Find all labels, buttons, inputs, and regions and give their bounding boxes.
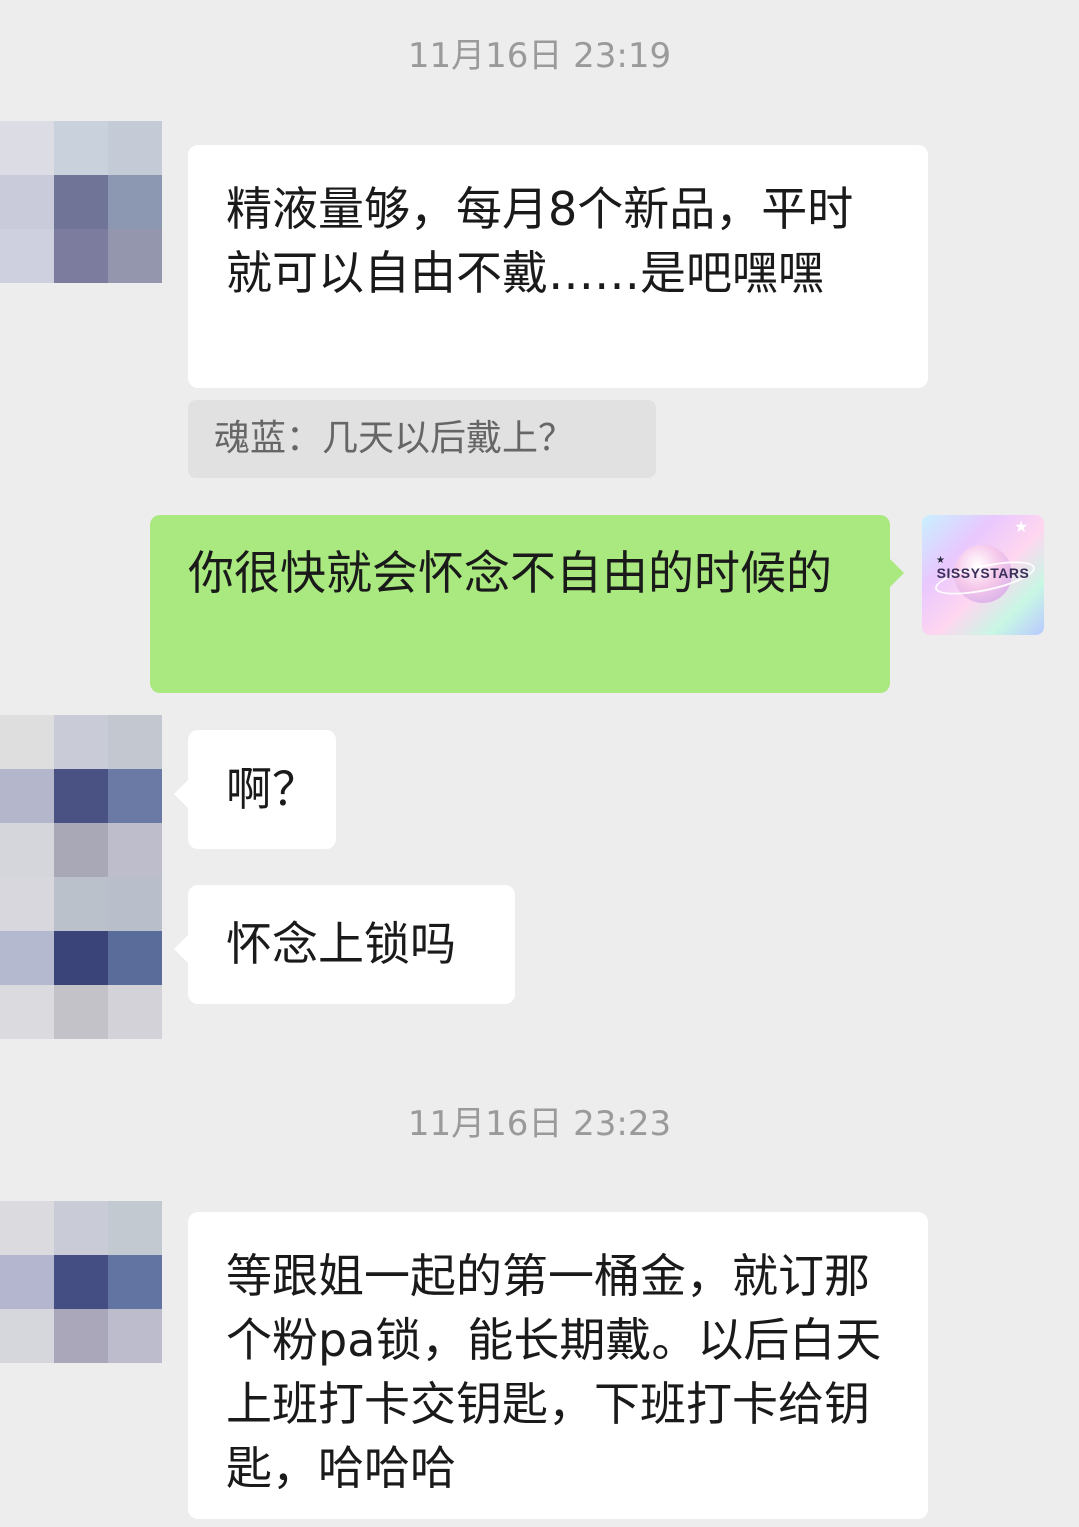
message-bubble-incoming[interactable]: 等跟姐一起的第一桶金，就订那个粉pa锁，能长期戴。以后白天上班打卡交钥匙，下班打…	[188, 1212, 928, 1519]
mosaic-cell	[54, 1201, 108, 1255]
mosaic-cell	[108, 229, 162, 283]
message-bubble-incoming[interactable]: 精液量够，每月8个新品，平时就可以自由不戴……是吧嘿嘿	[188, 145, 928, 388]
mosaic-cell	[0, 985, 54, 1039]
mosaic-cell	[0, 877, 54, 931]
mosaic-cell	[0, 823, 54, 877]
message-bubble-incoming[interactable]: 怀念上锁吗	[174, 885, 515, 1004]
message-text: 怀念上锁吗	[226, 917, 456, 971]
mosaic-cell	[0, 229, 54, 283]
mosaic-cell	[108, 985, 162, 1039]
mosaic-cell	[54, 175, 108, 229]
contact-avatar[interactable]	[0, 1201, 162, 1363]
star-icon: ★	[1014, 517, 1029, 536]
mosaic-cell	[54, 1255, 108, 1309]
mosaic-cell	[0, 121, 54, 175]
mosaic-cell	[54, 229, 108, 283]
mosaic-cell	[108, 769, 162, 823]
mosaic-cell	[108, 175, 162, 229]
mosaic-cell	[108, 1309, 162, 1363]
quoted-message[interactable]: 魂蓝：几天以后戴上？	[188, 400, 656, 478]
mosaic-cell	[108, 1255, 162, 1309]
mosaic-cell	[108, 931, 162, 985]
mosaic-cell	[0, 1255, 54, 1309]
message-bubble-outgoing[interactable]: 你很快就会怀念不自由的时候的	[150, 515, 904, 693]
mosaic-cell	[54, 121, 108, 175]
mosaic-cell	[54, 823, 108, 877]
mosaic-cell	[108, 877, 162, 931]
message-text: 精液量够，每月8个新品，平时就可以自由不戴……是吧嘿嘿	[226, 182, 854, 300]
mosaic-cell	[0, 175, 54, 229]
mosaic-cell	[108, 823, 162, 877]
timestamp: 11月16日 23:19	[407, 36, 672, 76]
avatar-brand-text: SISSYSTARS	[936, 565, 1030, 581]
mosaic-cell	[0, 715, 54, 769]
mosaic-cell	[54, 931, 108, 985]
mosaic-cell	[54, 715, 108, 769]
mosaic-cell	[54, 877, 108, 931]
message-text: 啊？	[226, 762, 318, 816]
mosaic-cell	[108, 715, 162, 769]
mosaic-cell	[0, 769, 54, 823]
mosaic-cell	[0, 1201, 54, 1255]
mosaic-cell	[108, 121, 162, 175]
message-text: 等跟姐一起的第一桶金，就订那个粉pa锁，能长期戴。以后白天上班打卡交钥匙，下班打…	[226, 1249, 882, 1495]
contact-avatar[interactable]	[0, 121, 162, 283]
message-text: 你很快就会怀念不自由的时候的	[188, 546, 832, 600]
mosaic-cell	[0, 1309, 54, 1363]
mosaic-cell	[54, 985, 108, 1039]
quoted-text: 魂蓝：几天以后戴上？	[214, 418, 575, 459]
self-avatar[interactable]: ★ ★ SISSYSTARS	[922, 515, 1044, 635]
mosaic-cell	[54, 769, 108, 823]
mosaic-cell	[54, 1309, 108, 1363]
contact-avatar[interactable]	[0, 715, 162, 1039]
timestamp: 11月16日 23:23	[407, 1104, 672, 1144]
message-bubble-incoming[interactable]: 啊？	[174, 730, 336, 849]
mosaic-cell	[0, 931, 54, 985]
mosaic-cell	[108, 1201, 162, 1255]
